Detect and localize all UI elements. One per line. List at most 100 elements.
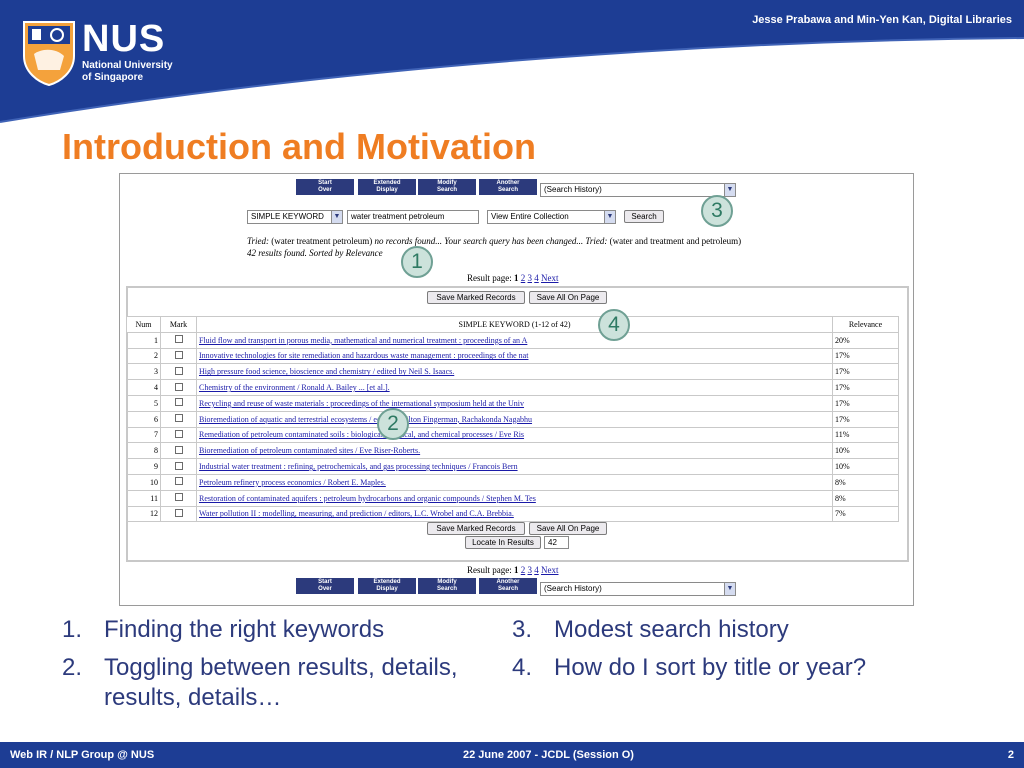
save-all-on-page-button[interactable]: Save All On Page [529, 291, 607, 304]
search-button[interactable]: Search [624, 210, 664, 223]
table-row: 1 Fluid flow and transport in porous medi… [126, 331, 899, 349]
footer-date: 22 June 2007 - JCDL (Session O) [463, 749, 634, 761]
search-query-input[interactable]: water treatment petroleum [347, 210, 479, 224]
logo-wordmark: NUS [82, 18, 166, 60]
extended-display-button-bottom[interactable]: Extended Display [358, 578, 416, 594]
locate-in-results-button[interactable]: Locate In Results [465, 536, 541, 549]
relevance-cell: 17% [832, 410, 899, 428]
relevance-cell: 10% [832, 442, 899, 460]
mark-checkbox[interactable] [174, 477, 183, 486]
mark-checkbox-cell [160, 426, 197, 444]
mark-checkbox-cell [160, 347, 197, 365]
another-search-button[interactable]: Another Search [479, 179, 537, 195]
page-link-2[interactable]: 2 [521, 273, 526, 283]
slide-title: Introduction and Motivation [62, 126, 536, 167]
row-number: 4 [126, 379, 161, 396]
start-over-button[interactable]: Start Over [296, 179, 354, 195]
bullet-list-right: 3. Modest search history 4. How do I sort … [512, 615, 982, 691]
another-search-button-bottom[interactable]: Another Search [479, 578, 537, 594]
search-type-select[interactable]: SIMPLE KEYWORD ▼ [247, 210, 343, 224]
title-cell: Fluid flow and transport in porous media… [196, 331, 833, 349]
record-title-link[interactable]: Water pollution II : modelling, measurin… [199, 509, 514, 518]
page-link-4[interactable]: 4 [534, 273, 539, 283]
mark-checkbox[interactable] [174, 493, 183, 502]
modify-search-button[interactable]: Modify Search [418, 179, 476, 195]
save-marked-records-button[interactable]: Save Marked Records [427, 291, 525, 304]
row-number: 1 [126, 331, 161, 349]
table-row: 9 Industrial water treatment : refining, … [126, 458, 899, 475]
record-title-link[interactable]: Innovative technologies for site remedia… [199, 351, 528, 360]
row-number: 8 [126, 442, 161, 460]
column-header-num[interactable]: Num [126, 316, 161, 333]
table-row: 3 High pressure food science, bioscience … [126, 363, 899, 381]
relevance-cell: 10% [832, 458, 899, 475]
mark-checkbox-cell [160, 363, 197, 381]
mark-checkbox[interactable] [174, 350, 183, 359]
title-cell: Recycling and reuse of waste materials :… [196, 394, 833, 412]
page-link-3[interactable]: 3 [528, 565, 533, 575]
footer-group: Web IR / NLP Group @ NUS [10, 749, 155, 761]
page-link-3[interactable]: 3 [528, 273, 533, 283]
mark-checkbox[interactable] [174, 382, 183, 391]
record-title-link[interactable]: Recycling and reuse of waste materials :… [199, 399, 524, 408]
extended-display-button[interactable]: Extended Display [358, 179, 416, 195]
title-cell: Remediation of petroleum contaminated so… [196, 426, 833, 444]
bullet-list-left: 1. Finding the right keywords 2. Toggling … [62, 615, 482, 721]
chevron-down-icon: ▼ [724, 583, 735, 595]
search-history-select[interactable]: (Search History) ▼ [540, 183, 736, 197]
record-title-link[interactable]: Chemistry of the environment / Ronald A.… [199, 383, 390, 392]
record-title-link[interactable]: High pressure food science, bioscience a… [199, 367, 454, 376]
title-cell: Industrial water treatment : refining, p… [196, 458, 833, 475]
slide-footer: Web IR / NLP Group @ NUS 22 June 2007 - … [0, 742, 1024, 768]
page-link-4[interactable]: 4 [534, 565, 539, 575]
record-title-link[interactable]: Bioremediation of petroleum contaminated… [199, 446, 420, 455]
mark-checkbox[interactable] [174, 508, 183, 517]
relevance-cell: 17% [832, 347, 899, 365]
title-cell: Innovative technologies for site remedia… [196, 347, 833, 365]
page-link-2[interactable]: 2 [521, 565, 526, 575]
mark-checkbox-cell [160, 331, 197, 349]
callout-2: 2 [377, 408, 409, 440]
collection-select[interactable]: View Entire Collection ▼ [487, 210, 616, 224]
mark-checkbox[interactable] [174, 398, 183, 407]
bullet-item: 3. Modest search history [512, 616, 789, 643]
title-cell: High pressure food science, bioscience a… [196, 363, 833, 381]
mark-checkbox[interactable] [174, 429, 183, 438]
chevron-down-icon: ▼ [604, 211, 615, 223]
save-marked-records-button-bottom[interactable]: Save Marked Records [427, 522, 525, 535]
title-cell: Restoration of contaminated aquifers : p… [196, 489, 833, 507]
relevance-cell: 8% [832, 489, 899, 507]
record-title-link[interactable]: Remediation of petroleum contaminated so… [199, 430, 524, 439]
row-number: 12 [126, 505, 161, 523]
next-page-link[interactable]: Next [541, 273, 559, 283]
table-row: 6 Bioremediation of aquatic and terrestri… [126, 410, 899, 428]
table-row: 5 Recycling and reuse of waste materials … [126, 394, 899, 412]
locate-number-input[interactable]: 42 [544, 536, 569, 549]
table-row: 11 Restoration of contaminated aquifers :… [126, 489, 899, 507]
record-title-link[interactable]: Restoration of contaminated aquifers : p… [199, 494, 536, 503]
mark-checkbox-cell [160, 394, 197, 412]
mark-checkbox[interactable] [174, 335, 183, 344]
modify-search-button-bottom[interactable]: Modify Search [418, 578, 476, 594]
save-all-on-page-button-bottom[interactable]: Save All On Page [529, 522, 607, 535]
nus-logo: NUS National University of Singapore [22, 18, 182, 88]
record-title-link[interactable]: Fluid flow and transport in porous media… [199, 336, 527, 345]
mark-checkbox[interactable] [174, 445, 183, 454]
mark-checkbox[interactable] [174, 461, 183, 470]
mark-checkbox[interactable] [174, 366, 183, 375]
search-history-select-bottom[interactable]: (Search History) ▼ [540, 582, 736, 596]
author-line: Jesse Prabawa and Min-Yen Kan, Digital L… [752, 14, 1012, 26]
mark-checkbox[interactable] [174, 414, 183, 423]
record-title-link[interactable]: Petroleum refinery process economics / R… [199, 478, 386, 487]
callout-4: 4 [598, 309, 630, 341]
record-title-link[interactable]: Industrial water treatment : refining, p… [199, 462, 518, 471]
record-title-link[interactable]: Bioremediation of aquatic and terrestria… [199, 415, 532, 424]
callout-3: 3 [701, 195, 733, 227]
next-page-link[interactable]: Next [541, 565, 559, 575]
row-number: 3 [126, 363, 161, 381]
start-over-button-bottom[interactable]: Start Over [296, 578, 354, 594]
mark-checkbox-cell [160, 379, 197, 396]
column-header-relevance[interactable]: Relevance [832, 316, 899, 333]
mark-checkbox-cell [160, 489, 197, 507]
title-cell: Bioremediation of aquatic and terrestria… [196, 410, 833, 428]
